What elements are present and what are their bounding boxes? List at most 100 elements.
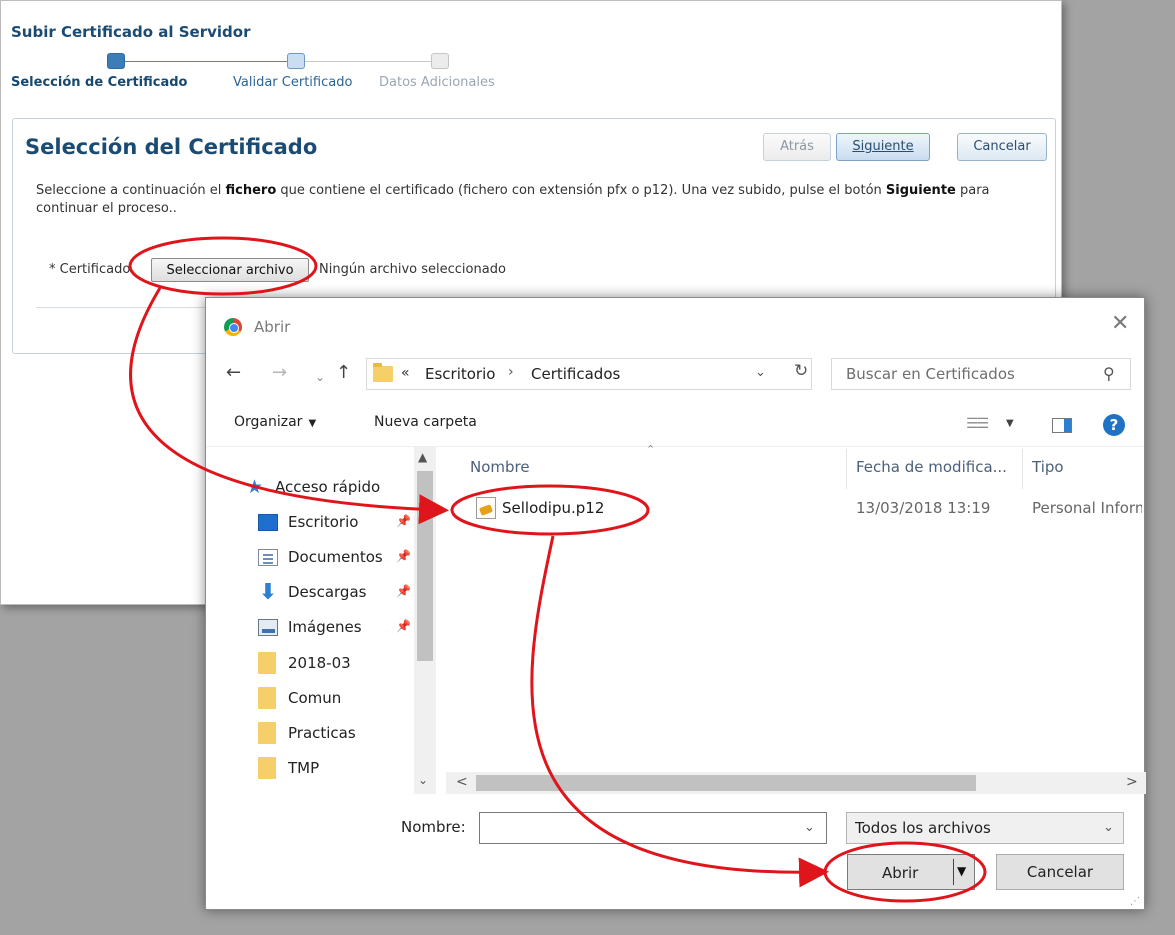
instructions-emphasis: Siguiente xyxy=(885,183,956,198)
sidebar-item-imagenes[interactable]: Imágenes 📌 xyxy=(246,613,412,641)
file-type-filter-select[interactable]: Todos los archivos ⌄ xyxy=(846,812,1124,844)
navigation-bar: ← → ⌄ ↑ « Escritorio › Certificados ⌄ ↻ … xyxy=(206,358,1144,390)
back-button[interactable]: Atrás xyxy=(763,133,831,161)
chrome-icon xyxy=(224,318,242,336)
search-box[interactable]: ⚲ xyxy=(831,358,1131,390)
next-button[interactable]: Siguiente xyxy=(836,133,930,161)
sidebar-item-label: Practicas xyxy=(288,724,356,742)
navigation-pane-scrollbar[interactable]: ▲ ⌄ xyxy=(414,447,436,794)
breadcrumb-certificados[interactable]: Certificados xyxy=(531,365,620,383)
column-separator[interactable] xyxy=(1022,449,1023,489)
search-input[interactable] xyxy=(832,359,1092,389)
sidebar-item-label: Escritorio xyxy=(288,513,359,531)
scroll-right-icon[interactable]: > xyxy=(1126,774,1138,790)
sidebar-item-label: Acceso rápido xyxy=(275,478,381,496)
sidebar-item-descargas[interactable]: ⬇ Descargas 📌 xyxy=(246,578,412,606)
help-icon[interactable]: ? xyxy=(1103,414,1125,436)
images-icon xyxy=(258,619,278,636)
train-step-3-marker xyxy=(431,53,449,69)
resize-grip-icon[interactable]: ⋰ xyxy=(1130,896,1140,907)
open-button[interactable]: Abrir ▼ xyxy=(847,854,975,890)
star-icon: ★ xyxy=(246,476,264,498)
train-step-2-marker[interactable] xyxy=(287,53,305,69)
dialog-titlebar[interactable]: Abrir ✕ xyxy=(206,298,1144,336)
scrollbar-thumb[interactable] xyxy=(417,471,433,661)
dialog-title: Abrir xyxy=(254,318,291,336)
train-step-1-marker xyxy=(107,53,125,69)
desktop-icon xyxy=(258,514,278,531)
organize-menu-button[interactable]: Organizar ▼ xyxy=(234,414,316,430)
chevron-down-icon: ▼ xyxy=(308,418,317,429)
scroll-down-icon[interactable]: ⌄ xyxy=(418,773,428,787)
process-train: Selección de Certificado Validar Certifi… xyxy=(1,47,521,97)
column-separator[interactable] xyxy=(846,449,847,489)
forward-arrow-icon[interactable]: → xyxy=(272,362,287,384)
column-header-date[interactable]: Fecha de modifica... xyxy=(856,458,1007,476)
organize-label: Organizar xyxy=(234,414,303,430)
chevron-down-icon[interactable]: ⌄ xyxy=(804,820,815,835)
pin-icon: 📌 xyxy=(396,514,411,528)
sidebar-item-comun[interactable]: Comun xyxy=(246,684,412,712)
certificate-file-icon xyxy=(476,497,496,519)
documents-icon xyxy=(258,549,278,566)
recent-locations-chevron-icon[interactable]: ⌄ xyxy=(315,366,325,388)
breadcrumb-separator[interactable]: › xyxy=(508,364,514,380)
navigation-pane: ★ Acceso rápido Escritorio 📌 Documentos … xyxy=(206,447,438,794)
refresh-icon[interactable]: ↻ xyxy=(794,361,808,381)
search-icon[interactable]: ⚲ xyxy=(1103,364,1115,383)
address-bar[interactable]: « Escritorio › Certificados ⌄ xyxy=(366,358,812,390)
train-step-2-label[interactable]: Validar Certificado xyxy=(233,75,352,90)
scrollbar-thumb[interactable] xyxy=(476,775,976,791)
instructions-part: que contiene el certificado (fichero con… xyxy=(276,183,886,198)
sidebar-item-label: Descargas xyxy=(288,583,367,601)
file-name[interactable]: Sellodipu.p12 xyxy=(502,499,604,517)
preview-pane-icon[interactable] xyxy=(1052,418,1072,433)
sidebar-item-label: 2018-03 xyxy=(288,654,351,672)
up-arrow-icon[interactable]: ↑ xyxy=(336,362,351,384)
column-header-name[interactable]: Nombre xyxy=(470,458,530,476)
chevron-down-icon[interactable]: ⌄ xyxy=(755,365,766,380)
scroll-up-icon[interactable]: ▲ xyxy=(418,450,427,464)
view-options-icon[interactable]: ☰☰ xyxy=(966,416,989,432)
file-list: ⌃ Nombre Fecha de modifica... Tipo Sello… xyxy=(446,443,1146,794)
instructions-emphasis: fichero xyxy=(225,183,277,198)
filename-input[interactable] xyxy=(479,812,827,844)
dialog-toolbar: Organizar ▼ Nueva carpeta ☰☰ ▼ ? xyxy=(206,408,1144,444)
file-row[interactable]: Sellodipu.p12 13/03/2018 13:19 Personal … xyxy=(446,493,1146,523)
sidebar-item-label: Comun xyxy=(288,689,342,707)
pin-icon: 📌 xyxy=(396,549,411,563)
train-connector xyxy=(305,61,433,62)
step-title: Selección del Certificado xyxy=(25,135,318,159)
sidebar-item-practicas[interactable]: Practicas xyxy=(246,719,412,747)
sidebar-item-label: Imágenes xyxy=(288,618,362,636)
sidebar-item-quick-access[interactable]: ★ Acceso rápido xyxy=(246,473,412,501)
scroll-left-icon[interactable]: < xyxy=(456,774,468,790)
sidebar-item-documentos[interactable]: Documentos 📌 xyxy=(246,543,412,571)
new-folder-button[interactable]: Nueva carpeta xyxy=(374,414,477,430)
sidebar-item-escritorio[interactable]: Escritorio 📌 xyxy=(246,508,412,536)
train-connector xyxy=(125,61,289,62)
breadcrumb-escritorio[interactable]: Escritorio xyxy=(425,365,495,383)
horizontal-scrollbar[interactable]: < > xyxy=(446,772,1146,794)
back-arrow-icon[interactable]: ← xyxy=(226,362,241,384)
pin-icon: 📌 xyxy=(396,619,411,633)
address-overflow[interactable]: « xyxy=(401,365,410,381)
sidebar-item-2018-03[interactable]: 2018-03 xyxy=(246,649,412,677)
folder-icon xyxy=(258,722,276,744)
chevron-down-icon[interactable]: ▼ xyxy=(1006,418,1014,429)
sidebar-item-tmp[interactable]: TMP xyxy=(246,754,412,782)
file-date: 13/03/2018 13:19 xyxy=(856,499,991,517)
close-icon[interactable]: ✕ xyxy=(1111,313,1129,335)
split-divider xyxy=(953,859,954,885)
cancel-button[interactable]: Cancelar xyxy=(957,133,1047,161)
dropdown-arrow-icon[interactable]: ▼ xyxy=(957,864,966,878)
filename-label: Nombre: xyxy=(401,818,466,836)
instructions-text: Seleccione a continuación el fichero que… xyxy=(36,182,1051,218)
sort-ascending-icon: ⌃ xyxy=(646,443,656,456)
column-header-type[interactable]: Tipo xyxy=(1032,458,1064,476)
dialog-cancel-button[interactable]: Cancelar xyxy=(996,854,1124,890)
select-file-button[interactable]: Seleccionar archivo xyxy=(151,258,309,282)
chevron-down-icon: ⌄ xyxy=(1103,820,1114,835)
file-type: Personal Inform xyxy=(1032,499,1142,517)
sidebar-item-label: TMP xyxy=(288,759,320,777)
